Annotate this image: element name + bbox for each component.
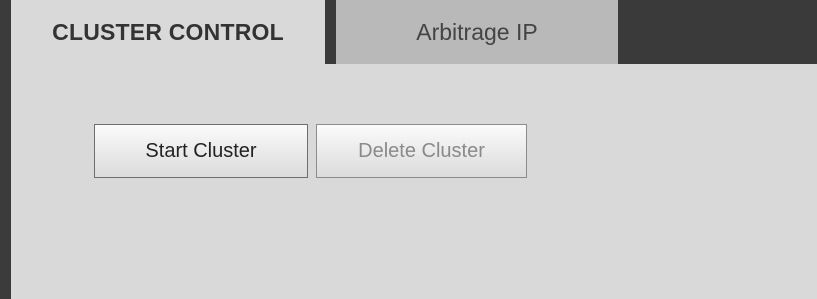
tab-bar: CLUSTER CONTROL Arbitrage IP — [11, 0, 817, 64]
tab-arbitrage-ip-label: Arbitrage IP — [416, 18, 538, 45]
delete-cluster-button[interactable]: Delete Cluster — [316, 124, 527, 178]
tab-cluster-control-label: CLUSTER CONTROL — [52, 18, 284, 45]
start-cluster-button[interactable]: Start Cluster — [94, 124, 308, 178]
cluster-control-panel: CLUSTER CONTROL Arbitrage IP Start Clust… — [0, 0, 817, 299]
start-cluster-label: Start Cluster — [145, 139, 257, 162]
tab-arbitrage-ip[interactable]: Arbitrage IP — [336, 0, 618, 64]
panel-left-border — [0, 0, 11, 299]
delete-cluster-label: Delete Cluster — [358, 139, 485, 162]
tab-cluster-control[interactable]: CLUSTER CONTROL — [11, 0, 325, 64]
